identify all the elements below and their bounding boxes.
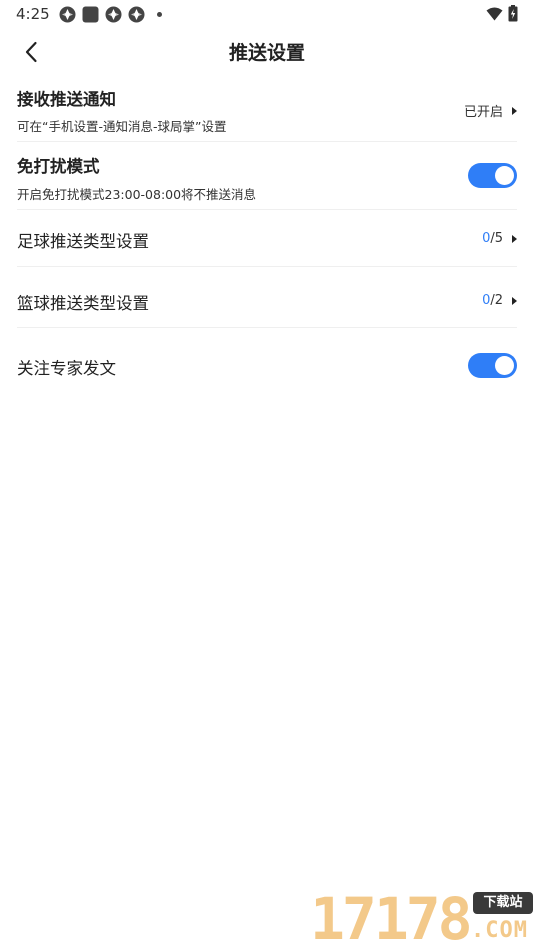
dnd-title: 免打扰模式 bbox=[17, 157, 100, 176]
follow-expert-title: 关注专家发文 bbox=[17, 359, 116, 378]
nav-bar: 推送设置 bbox=[0, 28, 534, 76]
basketball-selected-count: 0 bbox=[482, 293, 491, 308]
status-bar: 4:25 bbox=[0, 0, 534, 28]
caret-right-icon bbox=[512, 106, 517, 115]
football-total-count: /5 bbox=[490, 231, 503, 246]
dnd-row: 免打扰模式 开启免打扰模式23:00-08:00将不推送消息 bbox=[17, 142, 517, 210]
basketball-push-count: 0/2 bbox=[482, 293, 517, 308]
football-push-count: 0/5 bbox=[482, 231, 517, 246]
receive-push-title: 接收推送通知 bbox=[17, 90, 116, 109]
caret-right-icon bbox=[512, 296, 517, 305]
basketball-push-type-row[interactable]: 篮球推送类型设置 0/2 bbox=[17, 267, 517, 328]
settings-list: 接收推送通知 可在“手机设置-通知消息-球局掌”设置 已开启 免打扰模式 开启免… bbox=[17, 78, 517, 400]
caret-right-icon bbox=[512, 234, 517, 243]
watermark-number: 17178 bbox=[310, 885, 473, 950]
app-icon-3 bbox=[105, 6, 122, 23]
app-icon-4 bbox=[128, 6, 145, 23]
app-icon-2 bbox=[82, 6, 99, 23]
receive-push-row[interactable]: 接收推送通知 可在“手机设置-通知消息-球局掌”设置 已开启 bbox=[17, 78, 517, 142]
battery-charging-icon bbox=[508, 5, 518, 22]
wifi-icon bbox=[486, 7, 503, 20]
push-settings-page: 4:25 推送设置 接收推送通知 可在“手机设置-通知消息-球局掌”设置 已开启… bbox=[0, 0, 534, 950]
basketball-total-count: /2 bbox=[490, 293, 503, 308]
dnd-toggle[interactable] bbox=[468, 163, 517, 188]
receive-push-status: 已开启 bbox=[464, 101, 517, 120]
football-selected-count: 0 bbox=[482, 231, 491, 246]
watermark-badge: 下载站 bbox=[473, 892, 533, 914]
toggle-knob bbox=[495, 166, 514, 185]
follow-expert-row: 关注专家发文 bbox=[17, 328, 517, 400]
basketball-push-type-title: 篮球推送类型设置 bbox=[17, 294, 149, 313]
follow-expert-toggle[interactable] bbox=[468, 353, 517, 378]
page-title: 推送设置 bbox=[228, 42, 305, 64]
status-time: 4:25 bbox=[16, 5, 50, 23]
status-notification-icons bbox=[59, 6, 162, 23]
watermark-domain: .COM bbox=[471, 918, 528, 943]
dnd-subtitle: 开启免打扰模式23:00-08:00将不推送消息 bbox=[17, 187, 257, 202]
toggle-knob bbox=[495, 356, 514, 375]
receive-push-subtitle: 可在“手机设置-通知消息-球局掌”设置 bbox=[17, 119, 227, 134]
receive-push-status-label: 已开启 bbox=[463, 105, 503, 120]
football-push-type-title: 足球推送类型设置 bbox=[17, 232, 149, 251]
site-watermark: 17178 下载站 .COM bbox=[310, 888, 534, 950]
notification-dot-icon bbox=[157, 12, 162, 17]
football-push-type-row[interactable]: 足球推送类型设置 0/5 bbox=[17, 210, 517, 267]
status-system-icons bbox=[486, 5, 518, 22]
app-icon-1 bbox=[59, 6, 76, 23]
